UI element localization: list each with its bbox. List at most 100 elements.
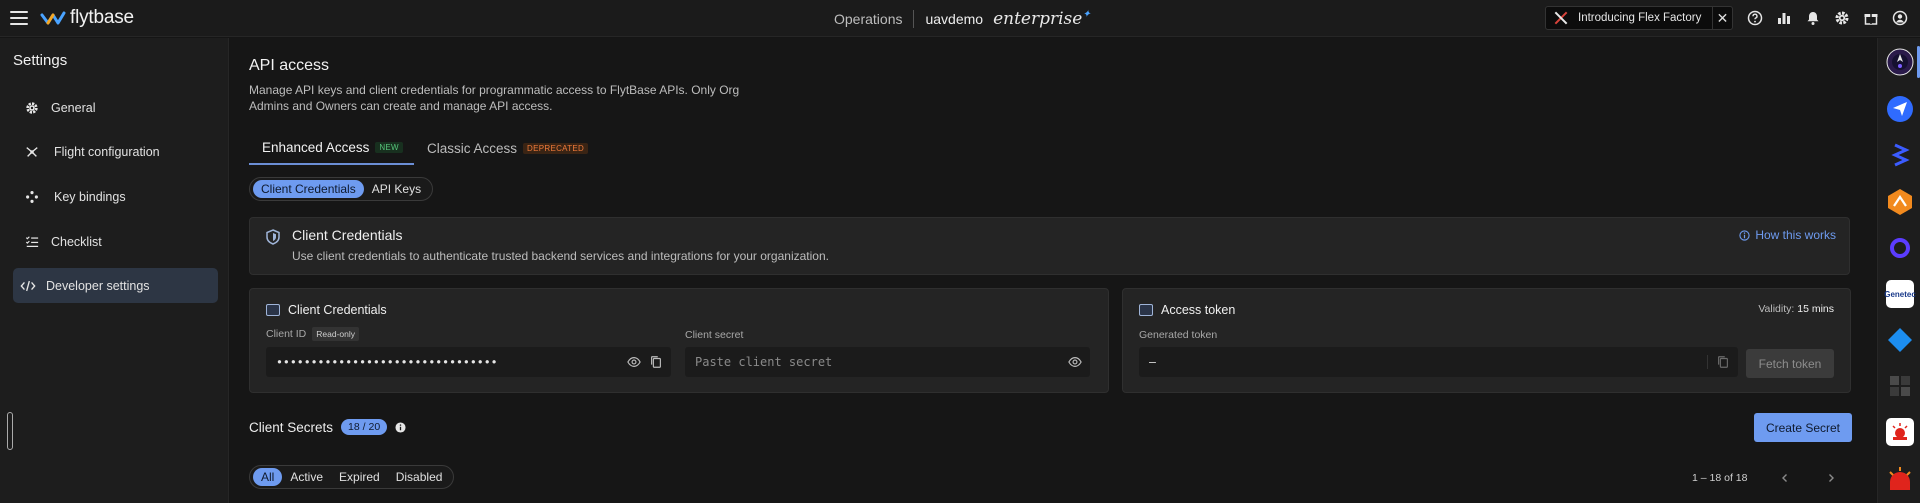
diamond-app-icon[interactable] [1886, 326, 1914, 354]
tab-label: Classic Access [427, 140, 518, 156]
shield-icon [266, 229, 280, 250]
field-actions [1707, 355, 1730, 369]
info-icon [1739, 229, 1750, 241]
stripes-app-icon[interactable] [1886, 141, 1914, 169]
announcement-banner[interactable]: Introducing Flex Factory ✕ [1545, 6, 1733, 30]
drone-icon [21, 145, 43, 159]
scrollbar[interactable] [7, 412, 13, 450]
sidebar-item-label: General [51, 100, 96, 115]
sidebar-item-label: Key bindings [54, 189, 126, 204]
help-icon[interactable] [1745, 8, 1765, 28]
top-icons [1745, 8, 1910, 28]
sidebar-item-flight-configuration[interactable]: Flight configuration [13, 134, 218, 169]
x-logo-icon [1554, 11, 1568, 25]
brand-name: flytbase [70, 7, 134, 28]
pagination: 1 – 18 of 18 [1692, 470, 1839, 486]
sidebar-title: Settings [13, 52, 68, 69]
segment-client-credentials[interactable]: Client Credentials [253, 180, 364, 198]
sidebar-item-label: Checklist [51, 234, 102, 249]
secrets-count-badge: 18 / 20 [341, 419, 388, 435]
section-title: Client Secrets [249, 419, 334, 435]
close-icon[interactable]: ✕ [1712, 6, 1732, 30]
workspace-switcher[interactable]: Operations uavdemo enterprise✦ [834, 0, 1091, 37]
settings-sidebar: Settings General Flight configuration Ke… [0, 38, 229, 503]
flytbase-logo-icon [40, 11, 66, 25]
readonly-badge: Read-only [312, 327, 360, 341]
grid-app-icon[interactable] [1886, 372, 1914, 400]
sparkle-icon: ✦ [1082, 8, 1091, 20]
sidebar-item-general[interactable]: General [13, 90, 218, 125]
validity-label: Validity: [1758, 303, 1795, 315]
card-header: Client Credentials [266, 303, 387, 317]
brand-logo[interactable]: flytbase [40, 7, 134, 29]
client-secrets-header: Client Secrets 18 / 20 [249, 419, 406, 435]
analytics-icon[interactable] [1774, 8, 1794, 28]
field-actions [1068, 355, 1082, 369]
orange-hex-app-icon[interactable] [1886, 188, 1914, 216]
navigation-app-icon[interactable] [1886, 95, 1914, 123]
sidebar-item-label: Flight configuration [54, 144, 160, 159]
sidebar-item-key-bindings[interactable]: Key bindings [13, 179, 218, 214]
filter-expired[interactable]: Expired [331, 468, 388, 486]
client-secret-input[interactable]: Paste client secret [685, 347, 1090, 377]
ring-app-icon[interactable] [1886, 234, 1914, 262]
filter-active[interactable]: Active [282, 468, 331, 486]
generated-token-field[interactable]: – [1139, 347, 1738, 377]
tab-label: Enhanced Access [262, 139, 370, 155]
tab-classic-access[interactable]: Classic Access DEPRECATED [427, 131, 589, 165]
eye-icon[interactable] [627, 355, 641, 369]
page-description: Manage API keys and client credentials f… [249, 83, 740, 113]
org-name: uavdemo [925, 10, 984, 27]
client-credentials-card: Client Credentials Client ID Read-only •… [249, 288, 1109, 393]
new-badge: NEW [375, 141, 403, 153]
chevron-right-icon[interactable] [1823, 470, 1839, 486]
status-filter: All Active Expired Disabled [249, 465, 455, 489]
access-tabs: Enhanced Access NEW Classic Access DEPRE… [249, 131, 1880, 166]
filter-all[interactable]: All [253, 468, 283, 486]
genetec-app-icon[interactable]: Genetec [1884, 280, 1916, 308]
info-card-description: Use client credentials to authenticate t… [292, 249, 829, 263]
create-secret-button[interactable]: Create Secret [1754, 413, 1852, 442]
deprecated-badge: DEPRECATED [523, 142, 589, 154]
profile-app-icon[interactable] [1886, 48, 1914, 76]
genetec-label: Genetec [1884, 289, 1916, 299]
main-content: API access Manage API keys and client cr… [230, 38, 1876, 503]
menu-icon[interactable] [10, 11, 28, 25]
generated-token-label: Generated token [1139, 329, 1218, 341]
sidebar-item-developer-settings[interactable]: Developer settings [13, 268, 218, 303]
bell-icon[interactable] [1803, 8, 1823, 28]
gift-icon[interactable] [1861, 8, 1881, 28]
client-secret-placeholder: Paste client secret [695, 355, 833, 369]
access-token-card: Access token Validity: 15 mins Generated… [1122, 288, 1851, 393]
announcement-text: Introducing Flex Factory [1578, 12, 1702, 24]
info-card-title: Client Credentials [292, 227, 403, 243]
card-title: Access token [1161, 303, 1236, 317]
gear-icon[interactable] [1832, 8, 1852, 28]
copy-icon[interactable] [649, 355, 663, 369]
sidebar-item-checklist[interactable]: Checklist [13, 224, 218, 259]
fetch-token-button[interactable]: Fetch token [1746, 349, 1834, 378]
link-label: How this works [1755, 228, 1836, 242]
siren-app-icon[interactable] [1886, 464, 1914, 492]
client-secret-label: Client secret [685, 329, 744, 341]
eye-icon[interactable] [1068, 355, 1082, 369]
field-label: Client ID [266, 328, 307, 340]
token-validity: Validity: 15 mins [1758, 303, 1834, 315]
generated-token-value: – [1149, 355, 1156, 369]
chevron-left-icon[interactable] [1777, 470, 1793, 486]
tab-enhanced-access[interactable]: Enhanced Access NEW [249, 131, 414, 165]
filter-disabled[interactable]: Disabled [388, 468, 451, 486]
client-id-field[interactable]: •••••••••••••••••••••••••••••••• [266, 347, 671, 377]
gear-icon [21, 101, 43, 115]
code-icon [17, 279, 39, 293]
copy-icon[interactable] [1716, 355, 1730, 369]
account-icon[interactable] [1890, 8, 1910, 28]
gamepad-icon [21, 190, 43, 204]
page-title: API access [249, 57, 330, 74]
segment-api-keys[interactable]: API Keys [364, 180, 429, 198]
checklist-icon [21, 235, 43, 249]
info-icon[interactable] [395, 421, 406, 433]
how-this-works-link[interactable]: How this works [1739, 228, 1836, 242]
alarm-app-icon[interactable] [1886, 418, 1914, 446]
sidebar-item-label: Developer settings [46, 278, 150, 293]
